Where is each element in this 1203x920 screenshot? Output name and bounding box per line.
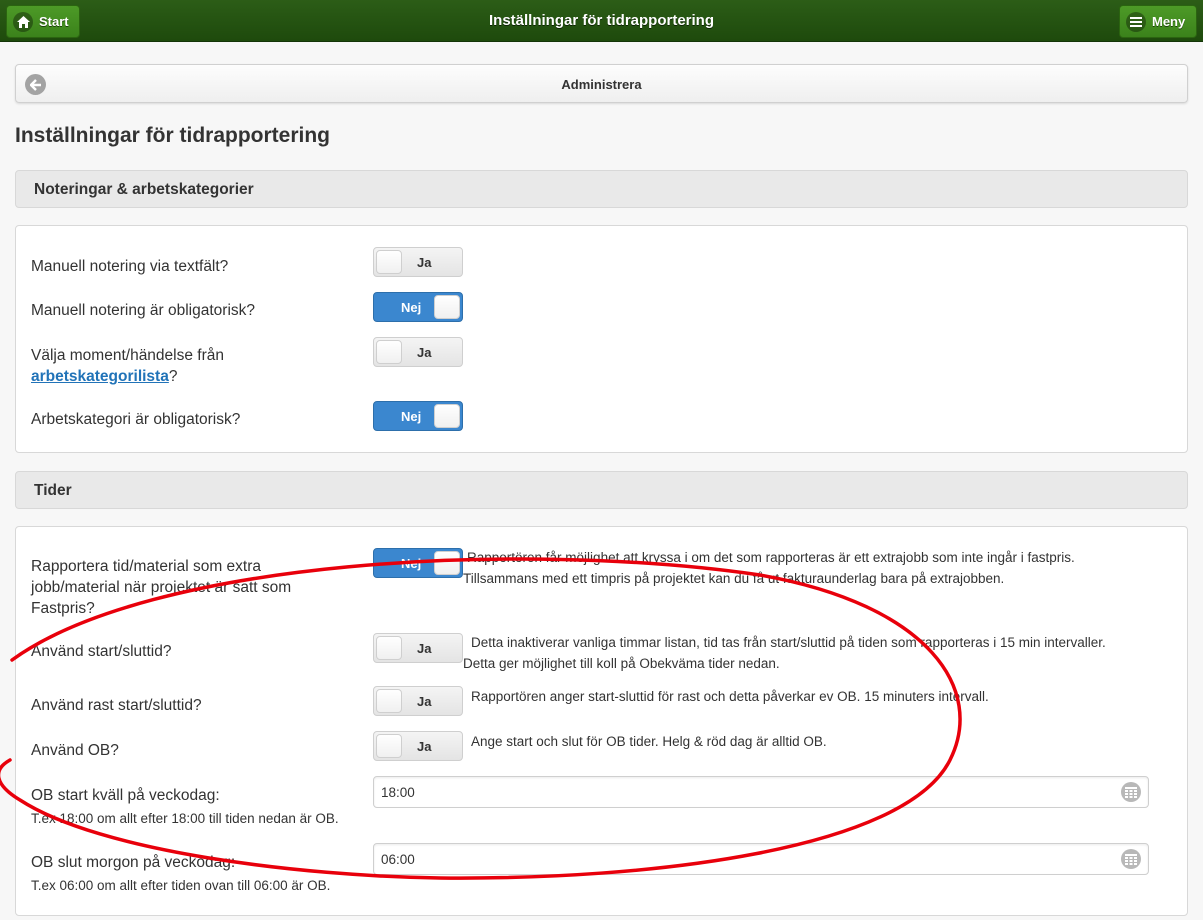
manual-note-required-toggle[interactable]: Nej — [373, 292, 463, 322]
choose-moment-label: Välja moment/händelse från arbetskategor… — [31, 345, 224, 387]
toggle-knob — [376, 636, 402, 660]
ob-end-label: OB slut morgon på veckodag: — [31, 854, 236, 871]
use-start-stop-desc-line1: Detta inaktiverar vanliga timmar listan,… — [471, 635, 1106, 650]
toggle-label: Nej — [401, 556, 422, 571]
menu-button[interactable]: Meny — [1119, 5, 1197, 38]
section-notes-title: Noteringar & arbetskategorier — [34, 181, 254, 198]
manual-note-required-label: Manuell notering är obligatorisk? — [31, 302, 256, 319]
work-category-required-label: Arbetskategori är obligatorisk? — [31, 411, 241, 428]
ob-start-input[interactable]: 18:00 — [373, 776, 1149, 808]
top-header: Start Inställningar för tidrapportering … — [0, 0, 1203, 42]
extra-job-toggle[interactable]: Nej — [373, 548, 463, 578]
extra-job-description: Rapportören får möjlighet att kryssa i o… — [463, 547, 1075, 589]
use-break-toggle[interactable]: Ja — [373, 686, 463, 716]
extra-job-label: Rapportera tid/material som extra jobb/m… — [31, 556, 291, 619]
toggle-label: Ja — [417, 739, 432, 754]
toggle-knob — [376, 689, 402, 713]
section-times-header[interactable]: Tider — [15, 471, 1188, 509]
use-break-description: Rapportören anger start-sluttid för rast… — [471, 689, 989, 704]
use-ob-description: Ange start och slut för OB tider. Helg &… — [471, 734, 827, 749]
extra-job-desc-line2: Tillsammans med ett timpris på projektet… — [463, 571, 1005, 586]
section-times-title: Tider — [34, 482, 72, 499]
ob-end-hint: T.ex 06:00 om allt efter tiden ovan till… — [31, 878, 331, 893]
toggle-label: Nej — [401, 409, 422, 424]
ob-end-value: 06:00 — [381, 852, 415, 867]
admin-bar-label: Administrera — [561, 77, 642, 92]
ob-end-input[interactable]: 06:00 — [373, 843, 1149, 875]
use-ob-toggle[interactable]: Ja — [373, 731, 463, 761]
toggle-knob — [376, 734, 402, 758]
toggle-label: Ja — [417, 255, 432, 270]
extra-job-label-line1: Rapportera tid/material som extra — [31, 558, 262, 575]
extra-job-label-line2: jobb/material när projektet är satt som — [31, 579, 292, 596]
ob-start-label: OB start kväll på veckodag: — [31, 787, 220, 804]
toggle-label: Ja — [417, 641, 432, 656]
toggle-knob — [434, 551, 460, 575]
choose-moment-suffix: ? — [168, 368, 178, 385]
toggle-knob — [434, 295, 460, 319]
choose-moment-toggle[interactable]: Ja — [373, 337, 463, 367]
manual-note-toggle[interactable]: Ja — [373, 247, 463, 277]
use-break-label: Använd rast start/sluttid? — [31, 697, 202, 714]
toggle-knob — [376, 250, 402, 274]
section-notes-header[interactable]: Noteringar & arbetskategorier — [15, 170, 1188, 208]
toggle-label: Nej — [401, 300, 422, 315]
toggle-label: Ja — [417, 694, 432, 709]
choose-moment-text: Välja moment/händelse från — [31, 347, 225, 364]
extra-job-desc-line1: Rapportören får möjlighet att kryssa i o… — [467, 550, 1075, 565]
toggle-knob — [434, 404, 460, 428]
page-title: Inställningar för tidrapportering — [15, 124, 331, 147]
extra-job-label-line3: Fastpris? — [31, 600, 95, 617]
menu-button-label: Meny — [1152, 14, 1186, 29]
header-title: Inställningar för tidrapportering — [488, 12, 714, 29]
calendar-icon[interactable] — [1121, 782, 1141, 802]
calendar-icon[interactable] — [1121, 849, 1141, 869]
hamburger-icon — [1126, 11, 1146, 32]
use-start-stop-desc-line2: Detta ger möjlighet till koll på Obekväm… — [463, 656, 780, 671]
work-category-list-link[interactable]: arbetskategorilista — [31, 368, 169, 385]
use-start-stop-toggle[interactable]: Ja — [373, 633, 463, 663]
manual-note-label: Manuell notering via textfält? — [31, 258, 229, 275]
use-start-stop-label: Använd start/sluttid? — [31, 643, 172, 660]
ob-start-hint: T.ex 18:00 om allt efter 18:00 till tide… — [31, 811, 339, 826]
use-start-stop-description: Detta inaktiverar vanliga timmar listan,… — [463, 632, 1106, 674]
ob-start-value: 18:00 — [381, 785, 415, 800]
use-ob-label: Använd OB? — [31, 742, 119, 759]
toggle-label: Ja — [417, 345, 432, 360]
toggle-knob — [376, 340, 402, 364]
work-category-required-toggle[interactable]: Nej — [373, 401, 463, 431]
admin-bar[interactable]: Administrera — [15, 64, 1188, 103]
